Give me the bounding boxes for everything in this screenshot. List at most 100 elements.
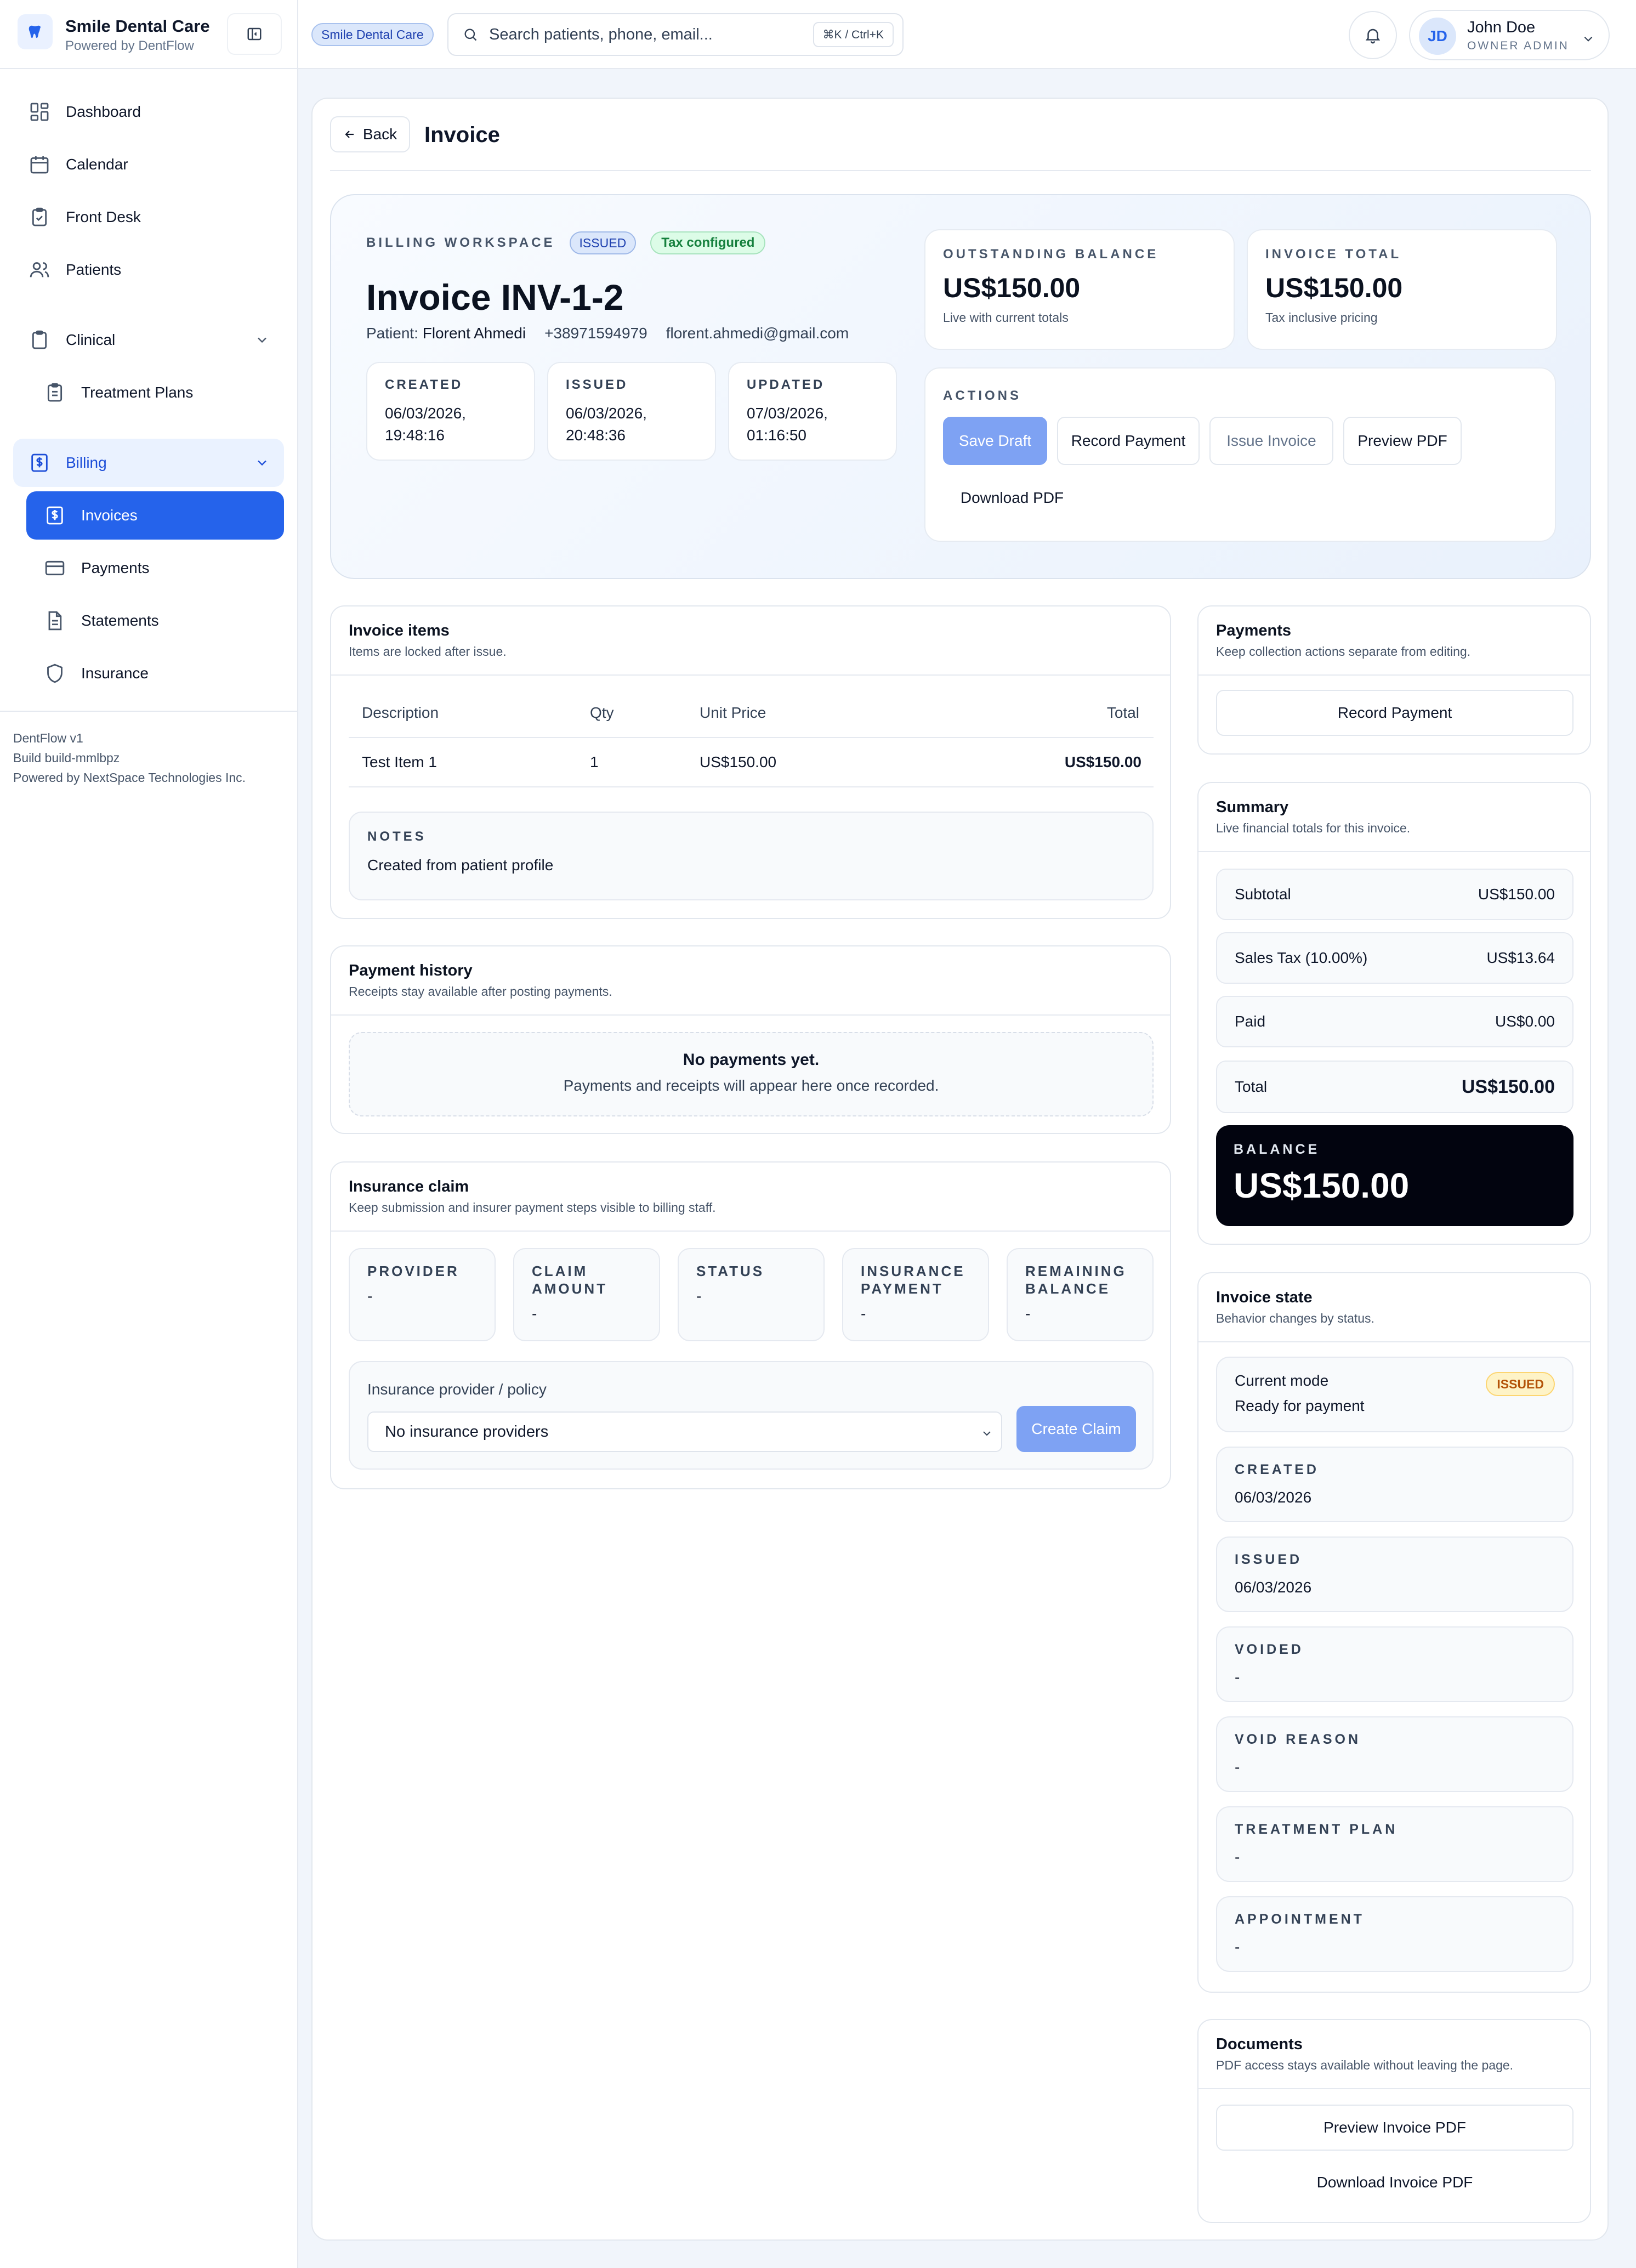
total-value: US$150.00: [1461, 1076, 1555, 1097]
sidebar-item-calendar[interactable]: Calendar: [13, 140, 284, 189]
table-row-divider: [349, 786, 1154, 787]
sidebar-collapse-button[interactable]: [227, 13, 282, 55]
brand-name: Smile Dental Care: [65, 16, 210, 36]
created-card: CREATED 06/03/2026, 19:48:16: [366, 362, 535, 461]
policy-label: Insurance provider / policy: [367, 1381, 547, 1398]
user-role: OWNER ADMIN: [1467, 39, 1569, 52]
insurance-claim-card: Insurance claim Keep submission and insu…: [330, 1161, 1171, 1489]
sidebar-footer: DentFlow v1 Build build-mmlbpz Powered b…: [0, 711, 298, 804]
outstanding-value: US$150.00: [943, 273, 1081, 303]
preview-pdf-button[interactable]: Preview PDF: [1343, 417, 1462, 465]
paid-label: Paid: [1235, 1013, 1266, 1030]
state-treatment-plan-label: TREATMENT PLAN: [1235, 1822, 1398, 1837]
invoice-state-subtitle: Behavior changes by status.: [1216, 1311, 1374, 1325]
patient-line: Patient: Florent Ahmedi +38971594979 flo…: [366, 325, 849, 342]
create-claim-button[interactable]: Create Claim: [1016, 1406, 1136, 1452]
record-payment-button[interactable]: Record Payment: [1057, 417, 1200, 465]
payment-history-card: Payment history Receipts stay available …: [330, 945, 1171, 1134]
insurance-claim-header: Insurance claim Keep submission and insu…: [331, 1163, 1170, 1232]
sidebar-item-treatment-plans[interactable]: Treatment Plans: [26, 368, 284, 417]
sidebar-item-label: Patients: [66, 261, 122, 278]
page-title: Invoice: [424, 123, 500, 147]
status-badge: ISSUED: [569, 231, 637, 254]
patient-info: Patient: Florent Ahmedi: [366, 325, 526, 342]
sidebar-item-dashboard[interactable]: Dashboard: [13, 88, 284, 136]
sidebar-item-label: Dashboard: [66, 103, 141, 120]
clipboard-list-icon: [43, 381, 67, 405]
sidebar-item-payments[interactable]: Payments: [26, 544, 284, 592]
outstanding-label: OUTSTANDING BALANCE: [943, 247, 1159, 262]
column-qty: Qty: [590, 704, 614, 721]
notifications-button[interactable]: [1349, 11, 1397, 59]
state-appointment-value: -: [1235, 1938, 1240, 1955]
patient-name[interactable]: Florent Ahmedi: [423, 325, 526, 342]
payments-card: Payments Keep collection actions separat…: [1197, 605, 1591, 755]
record-payment-secondary-button[interactable]: Record Payment: [1216, 690, 1573, 736]
chevron-down-icon: [983, 1431, 991, 1436]
current-mode-value: Ready for payment: [1235, 1397, 1365, 1414]
item-total: US$150.00: [1064, 753, 1141, 770]
payments-card-subtitle: Keep collection actions separate from ed…: [1216, 644, 1471, 659]
subtotal-row: Subtotal US$150.00: [1216, 869, 1573, 920]
claim-insurance-payment-label: INSURANCE PAYMENT: [861, 1263, 965, 1297]
file-text-icon: [43, 609, 67, 633]
documents-card: Documents PDF access stays available wit…: [1197, 2019, 1591, 2223]
current-mode-box: Current mode Ready for payment ISSUED: [1216, 1357, 1573, 1432]
main-panel: Back Invoice BILLING WORKSPACE ISSUED Ta…: [311, 98, 1609, 2241]
download-invoice-pdf-button[interactable]: Download Invoice PDF: [1216, 2159, 1573, 2205]
invoice-state-header: Invoice state Behavior changes by status…: [1198, 1273, 1590, 1342]
claim-insurance-payment: INSURANCE PAYMENT -: [842, 1248, 989, 1341]
item-unit-price: US$150.00: [700, 753, 777, 770]
issue-invoice-button[interactable]: Issue Invoice: [1209, 417, 1333, 465]
brand-subtitle: Powered by DentFlow: [65, 38, 194, 53]
empty-state-text: Payments and receipts will appear here o…: [563, 1077, 939, 1094]
panel-left-icon: [247, 27, 262, 41]
summary-header: Summary Live financial totals for this i…: [1198, 783, 1590, 852]
paid-value: US$0.00: [1495, 1013, 1555, 1030]
sidebar-item-clinical[interactable]: Clinical: [13, 316, 284, 364]
sidebar-item-insurance[interactable]: Insurance: [26, 649, 284, 698]
balance-box: BALANCE US$150.00: [1216, 1125, 1573, 1226]
clinic-chip[interactable]: Smile Dental Care: [311, 23, 434, 46]
tax-row: Sales Tax (10.00%) US$13.64: [1216, 932, 1573, 984]
state-appointment-label: APPOINTMENT: [1235, 1912, 1365, 1927]
insurance-provider-select[interactable]: No insurance providers: [367, 1411, 1002, 1452]
user-menu[interactable]: JD John Doe OWNER ADMIN: [1409, 10, 1610, 60]
user-name: John Doe: [1467, 19, 1536, 36]
sidebar-item-billing[interactable]: Billing: [13, 439, 284, 487]
sidebar-item-statements[interactable]: Statements: [26, 597, 284, 645]
clipboard-icon: [27, 328, 52, 352]
claim-amount: CLAIM AMOUNT -: [513, 1248, 660, 1341]
total-label: Total: [1235, 1078, 1268, 1095]
invoice-total-card: INVOICE TOTAL US$150.00 Tax inclusive pr…: [1247, 229, 1557, 350]
documents-subtitle: PDF access stays available without leavi…: [1216, 2058, 1514, 2072]
sidebar-item-patients[interactable]: Patients: [13, 246, 284, 294]
notes-label: NOTES: [367, 829, 427, 844]
created-label: CREATED: [385, 377, 463, 392]
patient-phone: +38971594979: [544, 325, 647, 342]
topbar: Smile Dental Care ⌘K / Ctrl+K JD John Do…: [298, 0, 1636, 69]
state-issued: ISSUED 06/03/2026: [1216, 1536, 1573, 1612]
back-button[interactable]: Back: [330, 116, 410, 152]
tax-value: US$13.64: [1486, 949, 1555, 966]
preview-invoice-pdf-button[interactable]: Preview Invoice PDF: [1216, 2105, 1573, 2151]
state-voided: VOIDED -: [1216, 1626, 1573, 1702]
state-issued-value: 06/03/2026: [1235, 1579, 1312, 1596]
balance-label: BALANCE: [1234, 1142, 1320, 1157]
search-input[interactable]: [489, 25, 796, 44]
outstanding-hint: Live with current totals: [943, 310, 1069, 325]
state-void-reason-value: -: [1235, 1759, 1240, 1776]
chevron-down-icon: [258, 337, 266, 343]
back-button-label: Back: [362, 126, 397, 143]
claim-remaining-balance: REMAINING BALANCE -: [1007, 1248, 1154, 1341]
build-id: Build build-mmlbpz: [13, 751, 120, 765]
sidebar-item-invoices[interactable]: Invoices: [26, 491, 284, 540]
state-created: CREATED 06/03/2026: [1216, 1447, 1573, 1522]
global-search[interactable]: ⌘K / Ctrl+K: [447, 13, 904, 56]
sidebar-item-front-desk[interactable]: Front Desk: [13, 193, 284, 241]
download-pdf-button[interactable]: Download PDF: [943, 474, 1081, 522]
users-icon: [27, 258, 52, 282]
receipt-dollar-icon: [27, 451, 52, 475]
header-divider: [330, 170, 1591, 171]
save-draft-button[interactable]: Save Draft: [943, 417, 1047, 465]
